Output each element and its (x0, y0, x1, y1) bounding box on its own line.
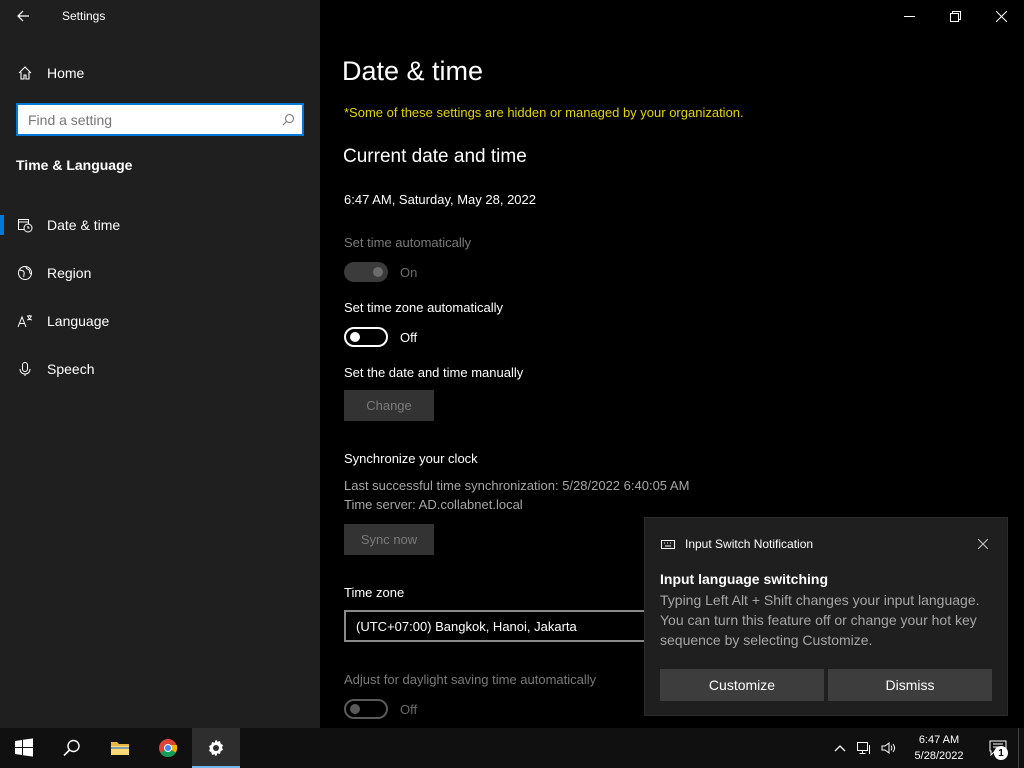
taskbar-clock[interactable]: 6:47 AM 5/28/2022 (900, 732, 978, 764)
chrome-button[interactable] (144, 728, 192, 768)
sidebar-item-region[interactable]: Region (0, 253, 320, 293)
set-timezone-auto-label: Set time zone automatically (344, 300, 503, 315)
set-time-auto-toggle: On (344, 262, 417, 282)
time-server-text: Time server: AD.collabnet.local (344, 497, 523, 512)
notification-toast: Input Switch Notification Input language… (644, 517, 1008, 716)
settings-taskbar-button[interactable] (192, 728, 240, 768)
network-button[interactable] (852, 728, 876, 768)
gear-icon (209, 739, 223, 757)
windows-logo-icon (15, 738, 33, 757)
toast-header: Input Switch Notification (661, 537, 813, 551)
search-input[interactable] (18, 105, 274, 134)
last-sync-text: Last successful time synchronization: 5/… (344, 478, 690, 493)
time-zone-label: Time zone (344, 585, 405, 600)
dst-toggle: Off (344, 699, 417, 719)
toggle-switch (344, 262, 388, 282)
search-box (16, 103, 304, 136)
network-icon (857, 742, 870, 754)
back-button[interactable] (0, 0, 46, 32)
close-button[interactable] (978, 0, 1024, 32)
set-time-auto-label: Set time automatically (344, 235, 472, 250)
language-icon (17, 313, 33, 329)
toast-body: Typing Left Alt + Shift changes your inp… (660, 592, 980, 648)
date-time-icon (17, 217, 33, 233)
file-explorer-button[interactable] (96, 728, 144, 768)
speaker-icon (881, 742, 895, 754)
customize-button[interactable]: Customize (660, 669, 824, 701)
sidebar-item-label: Language (47, 313, 110, 329)
close-icon (995, 10, 1007, 22)
restore-icon (949, 10, 961, 22)
keyboard-icon (661, 540, 675, 549)
search-icon[interactable] (274, 113, 302, 126)
clock-time: 6:47 AM (918, 734, 960, 746)
globe-icon (17, 265, 33, 281)
toggle-switch[interactable] (344, 327, 388, 347)
action-center-button[interactable]: 1 (978, 728, 1018, 768)
sidebar-item-label: Date & time (47, 217, 121, 233)
current-date-time-header: Current date and time (343, 146, 527, 167)
clock-date: 5/28/2022 (914, 750, 964, 762)
notification-count-badge: 1 (994, 746, 1008, 760)
org-managed-note: *Some of these settings are hidden or ma… (344, 105, 744, 120)
sync-clock-header: Synchronize your clock (344, 451, 478, 466)
sidebar-item-label: Speech (47, 361, 95, 377)
dst-label: Adjust for daylight saving time automati… (344, 672, 597, 687)
close-icon (978, 539, 988, 549)
system-tray: 6:47 AM 5/28/2022 1 (828, 728, 1024, 768)
toast-app-name: Input Switch Notification (685, 537, 814, 551)
time-zone-select[interactable]: (UTC+07:00) Bangkok, Hanoi, Jakarta (344, 610, 674, 642)
home-icon (17, 65, 33, 81)
app-title: Settings (62, 9, 106, 23)
change-button: Change (344, 390, 434, 421)
start-button[interactable] (0, 728, 48, 768)
sidebar-item-home[interactable]: Home (0, 53, 320, 93)
toggle-state: On (400, 264, 418, 280)
sidebar-item-language[interactable]: Language (0, 301, 320, 341)
set-timezone-auto-toggle[interactable]: Off (344, 327, 417, 347)
window-controls (886, 0, 1024, 32)
show-desktop-button[interactable] (1018, 728, 1024, 768)
back-arrow-icon (17, 10, 29, 22)
search-icon (63, 739, 80, 757)
folder-icon (111, 742, 129, 755)
sidebar-item-label: Home (47, 65, 85, 81)
toggle-state: Off (400, 701, 418, 717)
section-header: Time & Language (16, 157, 133, 173)
show-hidden-icons-button[interactable] (828, 728, 852, 768)
chrome-icon (159, 739, 178, 757)
page-title: Date & time (342, 56, 484, 86)
toast-close-button[interactable] (973, 534, 993, 554)
sidebar: Settings Home Time & Language Date & tim… (0, 0, 320, 728)
volume-button[interactable] (876, 728, 900, 768)
restore-button[interactable] (932, 0, 978, 32)
taskbar: 6:47 AM 5/28/2022 1 (0, 728, 1024, 768)
chevron-up-icon (834, 745, 846, 752)
toggle-switch (344, 699, 388, 719)
search-button[interactable] (48, 728, 96, 768)
current-date-time-value: 6:47 AM, Saturday, May 28, 2022 (344, 192, 536, 207)
sidebar-item-label: Region (47, 265, 92, 281)
microphone-icon (17, 361, 33, 377)
toast-title: Input language switching (660, 571, 828, 587)
minimize-button[interactable] (886, 0, 932, 32)
set-manual-label: Set the date and time manually (344, 365, 524, 380)
sidebar-item-date-time[interactable]: Date & time (0, 205, 320, 245)
sync-now-button: Sync now (344, 524, 434, 555)
sidebar-item-speech[interactable]: Speech (0, 349, 320, 389)
active-indicator (0, 215, 4, 235)
toggle-state: Off (400, 329, 418, 345)
dismiss-button[interactable]: Dismiss (828, 669, 992, 701)
minimize-icon (903, 15, 915, 17)
title-bar: Settings (0, 0, 320, 32)
time-zone-value: (UTC+07:00) Bangkok, Hanoi, Jakarta (356, 618, 577, 634)
